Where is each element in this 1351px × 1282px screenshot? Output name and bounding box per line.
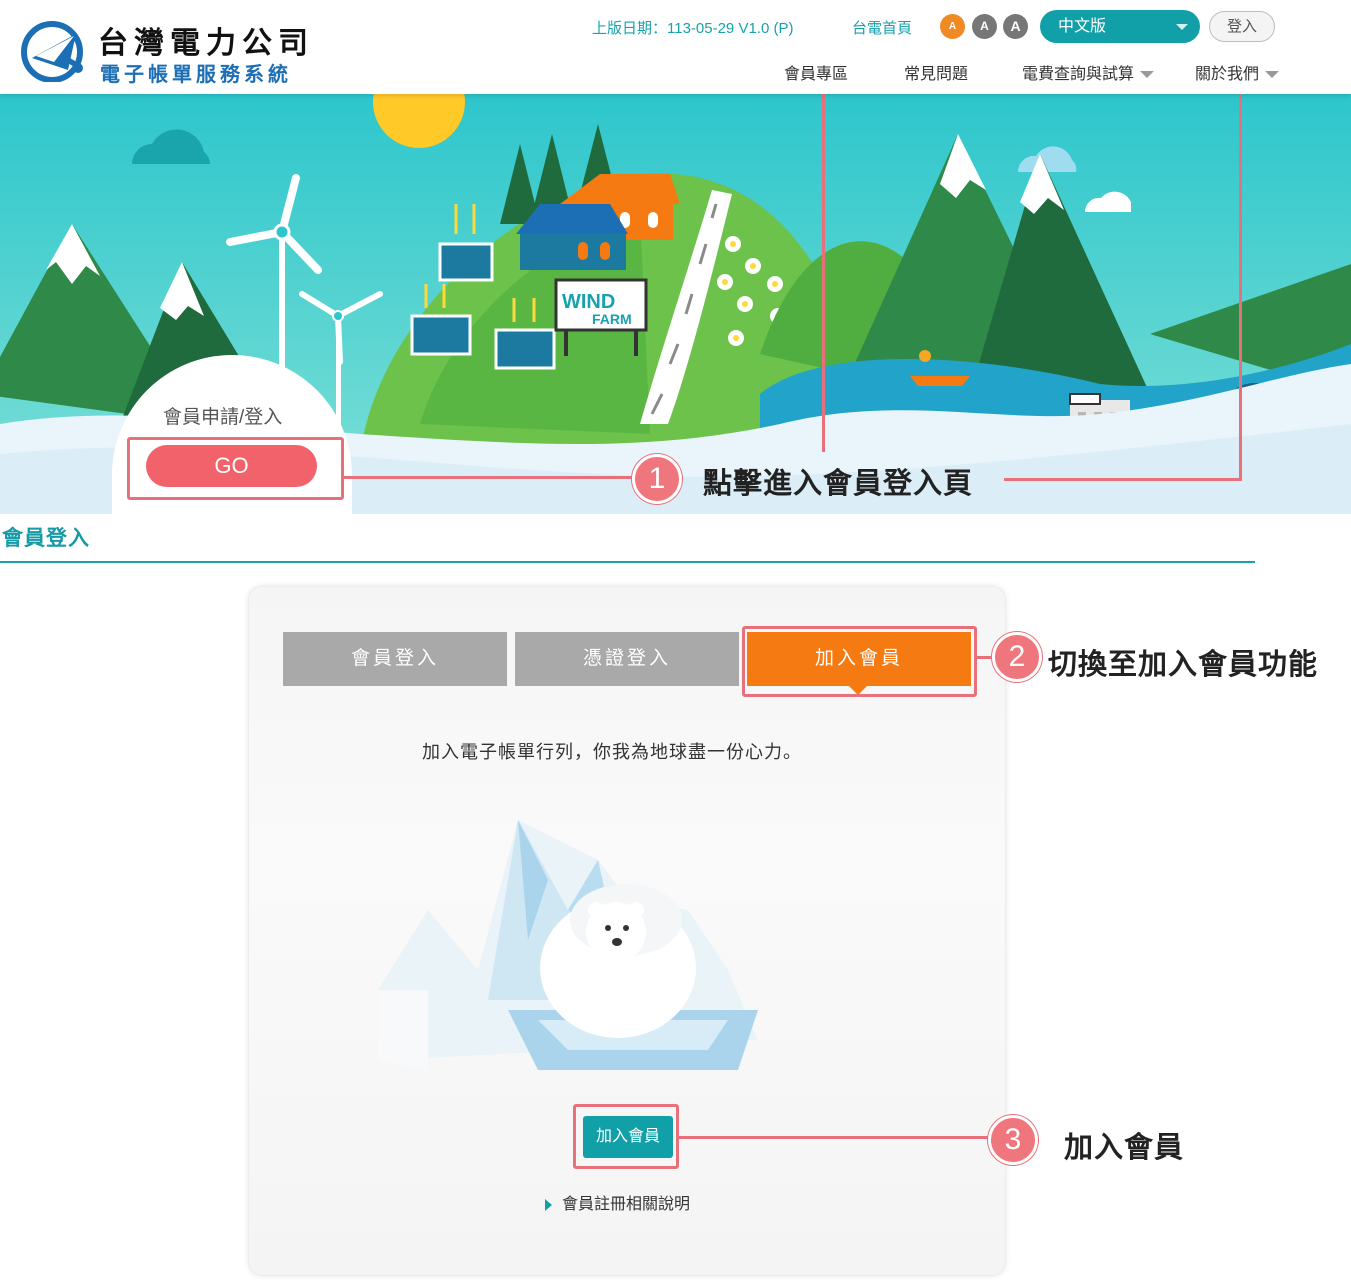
ebill-logo-icon [21,21,83,82]
registration-help-link[interactable]: 會員註冊相關說明 [545,1190,690,1214]
language-label: 中文版 [1058,18,1107,35]
connector-line [822,94,825,452]
sign-text-farm: FARM [592,311,632,327]
language-select[interactable]: 中文版 [1040,10,1200,43]
nav-member-area[interactable]: 會員專區 [784,60,848,84]
step-badge-1: 1 [632,454,682,504]
nav-bill-query-label: 電費查詢與試算 [1022,66,1135,83]
highlight-join-button [573,1104,679,1169]
registration-help-label: 會員註冊相關說明 [562,1196,691,1213]
title-divider [0,561,1255,563]
nav-bill-query[interactable]: 電費查詢與試算 [1022,60,1155,84]
font-size-small-button[interactable]: A [940,14,965,39]
tab-certificate-login[interactable]: 憑證登入 [515,632,739,686]
step-badge-3: 3 [988,1115,1038,1165]
version-text: 上版日期：113-05-29 V1.0 (P) [592,20,794,37]
member-signup-login-label: 會員申請/登入 [163,407,283,428]
logo-title: 台灣電力公司 [98,26,314,61]
connector-line [344,476,634,479]
font-size-large-button[interactable]: A [1003,14,1028,39]
step-3-caption: 加入會員 [1064,1132,1185,1164]
nav-about-us-label: 關於我們 [1195,66,1260,83]
site-header: 台灣電力公司 電子帳單服務系統 上版日期：113-05-29 V1.0 (P) … [0,0,1351,94]
page: 台灣電力公司 電子帳單服務系統 上版日期：113-05-29 V1.0 (P) … [0,0,1351,1282]
sign-text-wind: WIND [562,291,615,313]
chevron-down-icon [1265,71,1280,79]
taipower-logo[interactable]: 台灣電力公司 電子帳單服務系統 [18,14,318,86]
chevron-down-icon [1140,71,1155,79]
step-1-caption: 點擊進入會員登入頁 [703,468,974,500]
page-title: 會員登入 [2,527,90,550]
tab-member-login[interactable]: 會員登入 [283,632,507,686]
connector-line [679,1136,990,1139]
caret-right-icon [545,1198,552,1211]
connector-line [1239,52,1242,481]
header-login-button[interactable]: 登入 [1209,11,1275,42]
step-badge-2: 2 [992,632,1042,682]
step-2-caption: 切換至加入會員功能 [1048,649,1319,681]
logo-subtitle: 電子帳單服務系統 [100,64,292,86]
connector-line [1004,478,1242,481]
highlight-join-tab [742,626,977,697]
join-slogan: 加入電子帳單行列，你我為地球盡一份心力。 [422,742,802,762]
chevron-down-icon [1176,24,1188,30]
nav-faq[interactable]: 常見問題 [904,60,968,84]
highlight-go-button [127,437,344,500]
polar-bear-illustration [378,820,758,1070]
taipower-homepage-link[interactable]: 台電首頁 [852,17,912,38]
nav-about-us[interactable]: 關於我們 [1195,60,1280,84]
font-size-medium-button[interactable]: A [972,14,997,39]
